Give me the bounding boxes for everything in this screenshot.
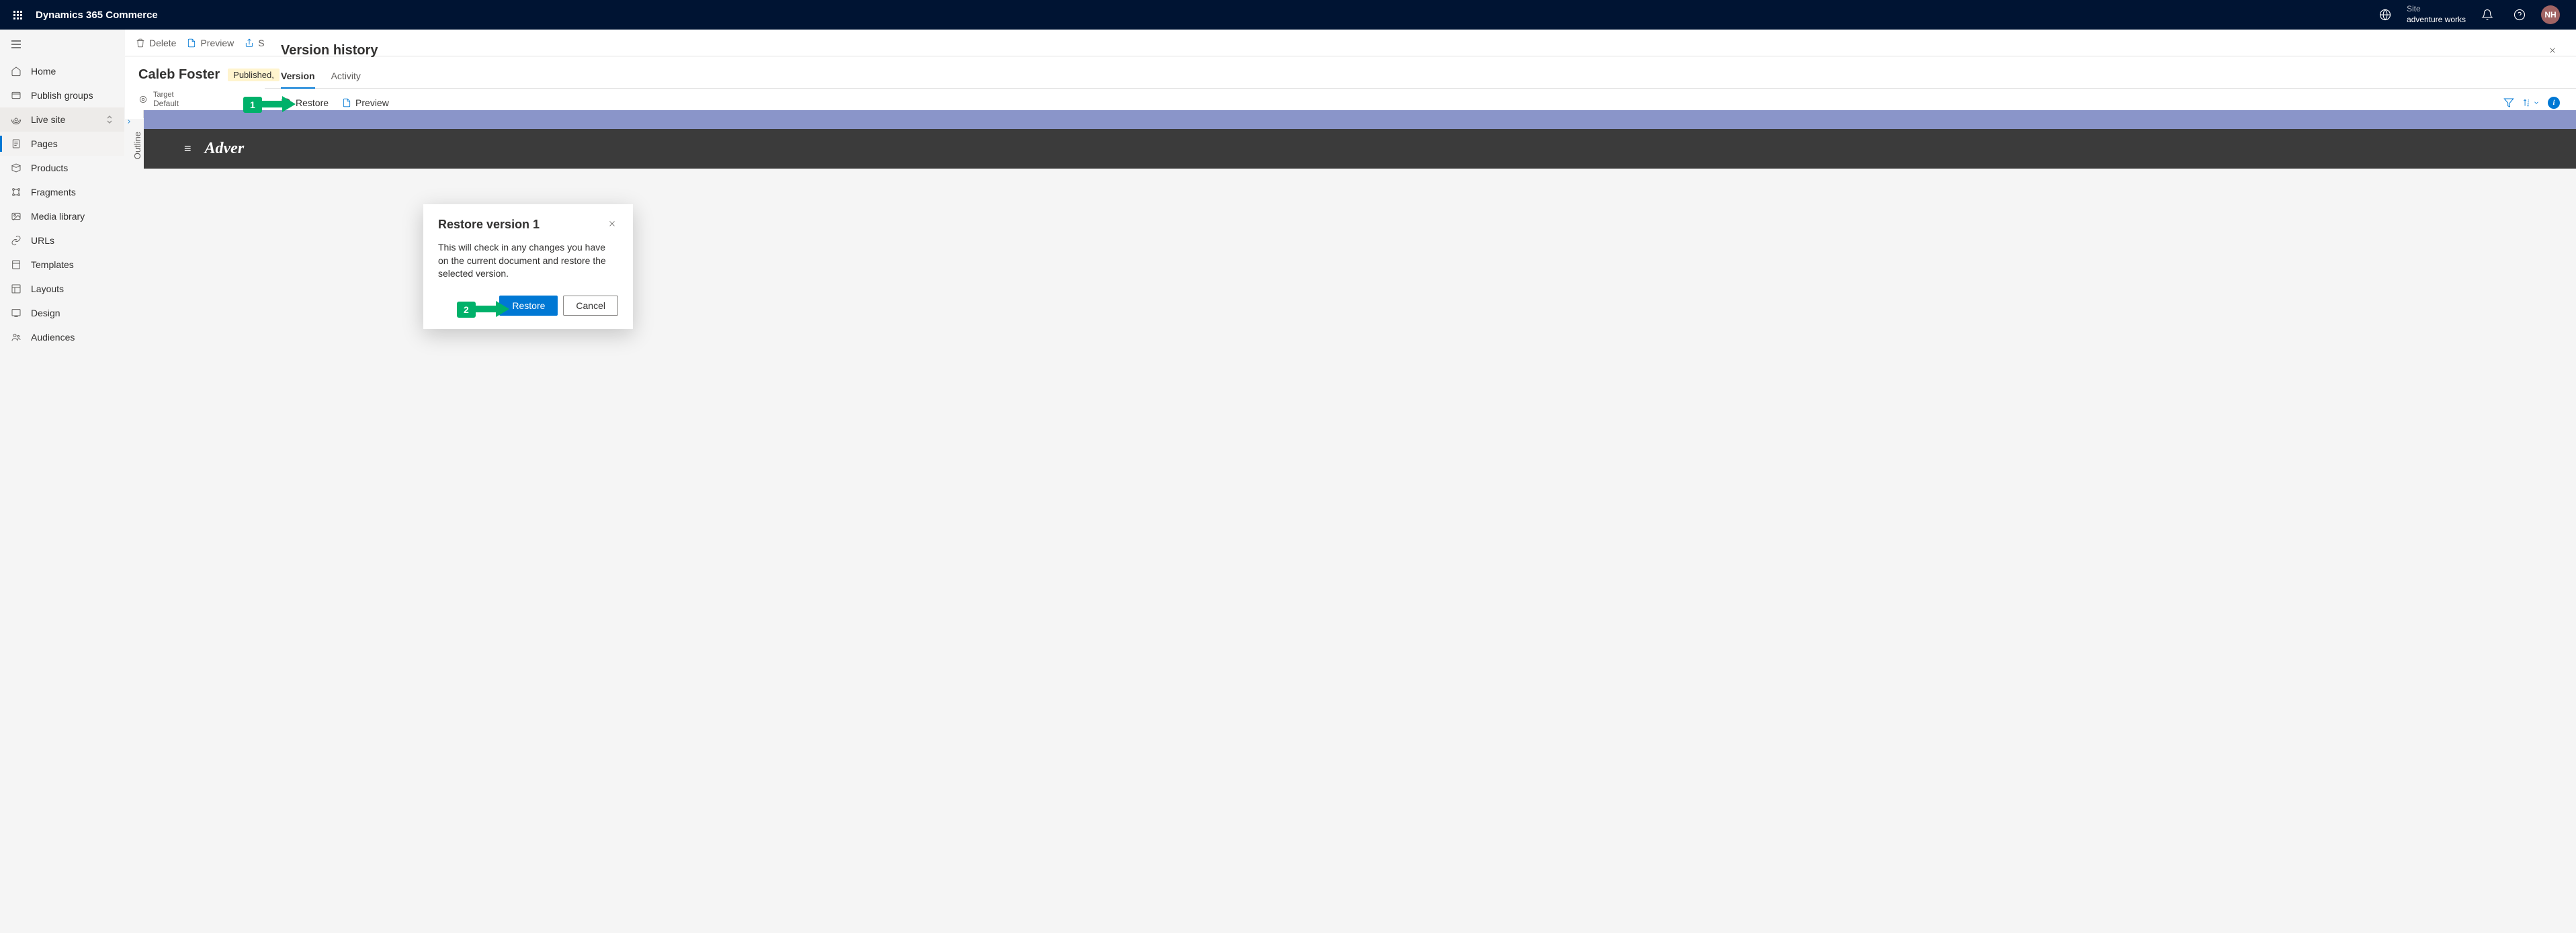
toolbar-label: Delete — [149, 38, 176, 48]
cancel-button[interactable]: Cancel — [563, 296, 618, 316]
dialog-close-button[interactable] — [606, 218, 618, 230]
app-title: Dynamics 365 Commerce — [36, 9, 158, 21]
sort-icon — [2522, 97, 2532, 108]
sidebar-item-media-library[interactable]: Media library — [0, 204, 124, 228]
filter-icon[interactable] — [2503, 97, 2514, 108]
sort-button[interactable] — [2522, 97, 2540, 108]
close-icon — [2548, 46, 2557, 55]
audiences-icon — [11, 332, 22, 343]
globe-icon[interactable] — [2374, 4, 2396, 26]
target-label: Target — [153, 91, 179, 99]
chevron-down-icon — [2533, 99, 2540, 106]
sidebar-item-label: Templates — [31, 259, 74, 270]
chevron-updown-icon — [105, 115, 114, 124]
action-label: Preview — [355, 97, 389, 108]
sidebar-item-home[interactable]: Home — [0, 59, 124, 83]
publish-groups-icon — [11, 90, 22, 101]
site-name: adventure works — [2407, 15, 2466, 26]
info-icon[interactable]: i — [2548, 97, 2560, 109]
sidebar-item-label: Publish groups — [31, 90, 93, 101]
products-icon — [11, 163, 22, 173]
top-nav: Dynamics 365 Commerce Site adventure wor… — [0, 0, 2576, 30]
document-icon — [342, 97, 351, 108]
sidebar-item-layouts[interactable]: Layouts — [0, 277, 124, 301]
site-label: Site — [2407, 4, 2466, 15]
action-label: Restore — [296, 97, 329, 108]
home-icon — [11, 66, 22, 77]
close-button[interactable] — [2545, 43, 2560, 58]
sidebar-item-fragments[interactable]: Fragments — [0, 180, 124, 204]
page-title: Caleb Foster — [138, 67, 220, 83]
callout-arrow-1: 1 — [243, 97, 262, 113]
fragments-icon — [11, 187, 22, 197]
sidebar-item-label: URLs — [31, 235, 54, 246]
site-logo: Adver — [205, 140, 245, 158]
trash-icon — [136, 38, 145, 48]
menu-icon: ≡ — [184, 142, 191, 156]
sidebar-item-label: Home — [31, 66, 56, 77]
help-icon[interactable] — [2509, 4, 2530, 26]
sidebar-item-label: Audiences — [31, 332, 75, 343]
panel-toolbar: Restore Preview i — [265, 89, 2576, 117]
share-icon — [245, 38, 254, 48]
sidebar-item-label: Fragments — [31, 187, 76, 197]
sidebar-item-publish-groups[interactable]: Publish groups — [0, 83, 124, 107]
chevron-right-icon — [126, 118, 132, 125]
site-selector[interactable]: Site adventure works — [2407, 4, 2466, 25]
outline-panel[interactable]: Outline — [125, 110, 144, 118]
layouts-icon — [11, 283, 22, 294]
sidebar-item-label: Products — [31, 163, 68, 173]
sidebar-item-label: Pages — [31, 138, 58, 149]
sidebar-item-templates[interactable]: Templates — [0, 253, 124, 277]
callout-arrow-2: 2 — [457, 302, 476, 318]
preview-action[interactable]: Preview — [342, 97, 389, 108]
app-launcher-icon[interactable] — [5, 3, 30, 28]
sidebar-item-audiences[interactable]: Audiences — [0, 325, 124, 349]
document-icon — [187, 38, 196, 48]
panel-title: Version history — [281, 43, 378, 58]
sidebar-item-live-site[interactable]: Live site — [0, 107, 124, 132]
dialog-title: Restore version 1 — [438, 218, 540, 232]
user-avatar[interactable]: NH — [2541, 5, 2560, 24]
dialog-body: This will check in any changes you have … — [438, 241, 618, 281]
live-site-icon — [11, 114, 22, 125]
sidebar-item-label: Layouts — [31, 283, 64, 294]
templates-icon — [11, 259, 22, 270]
delete-button[interactable]: Delete — [136, 38, 176, 48]
preview-button[interactable]: Preview — [187, 38, 234, 48]
notifications-icon[interactable] — [2477, 4, 2498, 26]
target-value: Default — [153, 99, 179, 108]
panel-tabs: Version Activity — [265, 58, 2576, 89]
sidebar-item-products[interactable]: Products — [0, 156, 124, 180]
toolbar-label: Preview — [200, 38, 234, 48]
hamburger-icon[interactable] — [0, 30, 124, 59]
sidebar-item-design[interactable]: Design — [0, 301, 124, 325]
sidebar-item-label: Design — [31, 308, 60, 318]
tab-activity[interactable]: Activity — [331, 71, 361, 88]
pages-icon — [11, 138, 22, 149]
target-icon — [138, 95, 148, 104]
tab-version[interactable]: Version — [281, 71, 315, 88]
share-button[interactable]: S — [245, 38, 264, 48]
toolbar-label: S — [258, 38, 264, 48]
urls-icon — [11, 235, 22, 246]
close-icon — [607, 219, 617, 228]
sidebar-item-label: Media library — [31, 211, 85, 222]
outline-label: Outline — [132, 132, 142, 159]
media-library-icon — [11, 211, 22, 222]
sidebar-item-pages[interactable]: Pages — [0, 132, 124, 156]
sidebar-item-urls[interactable]: URLs — [0, 228, 124, 253]
restore-dialog: Restore version 1 This will check in any… — [423, 204, 633, 329]
design-icon — [11, 308, 22, 318]
sidebar-item-label: Live site — [31, 114, 65, 125]
